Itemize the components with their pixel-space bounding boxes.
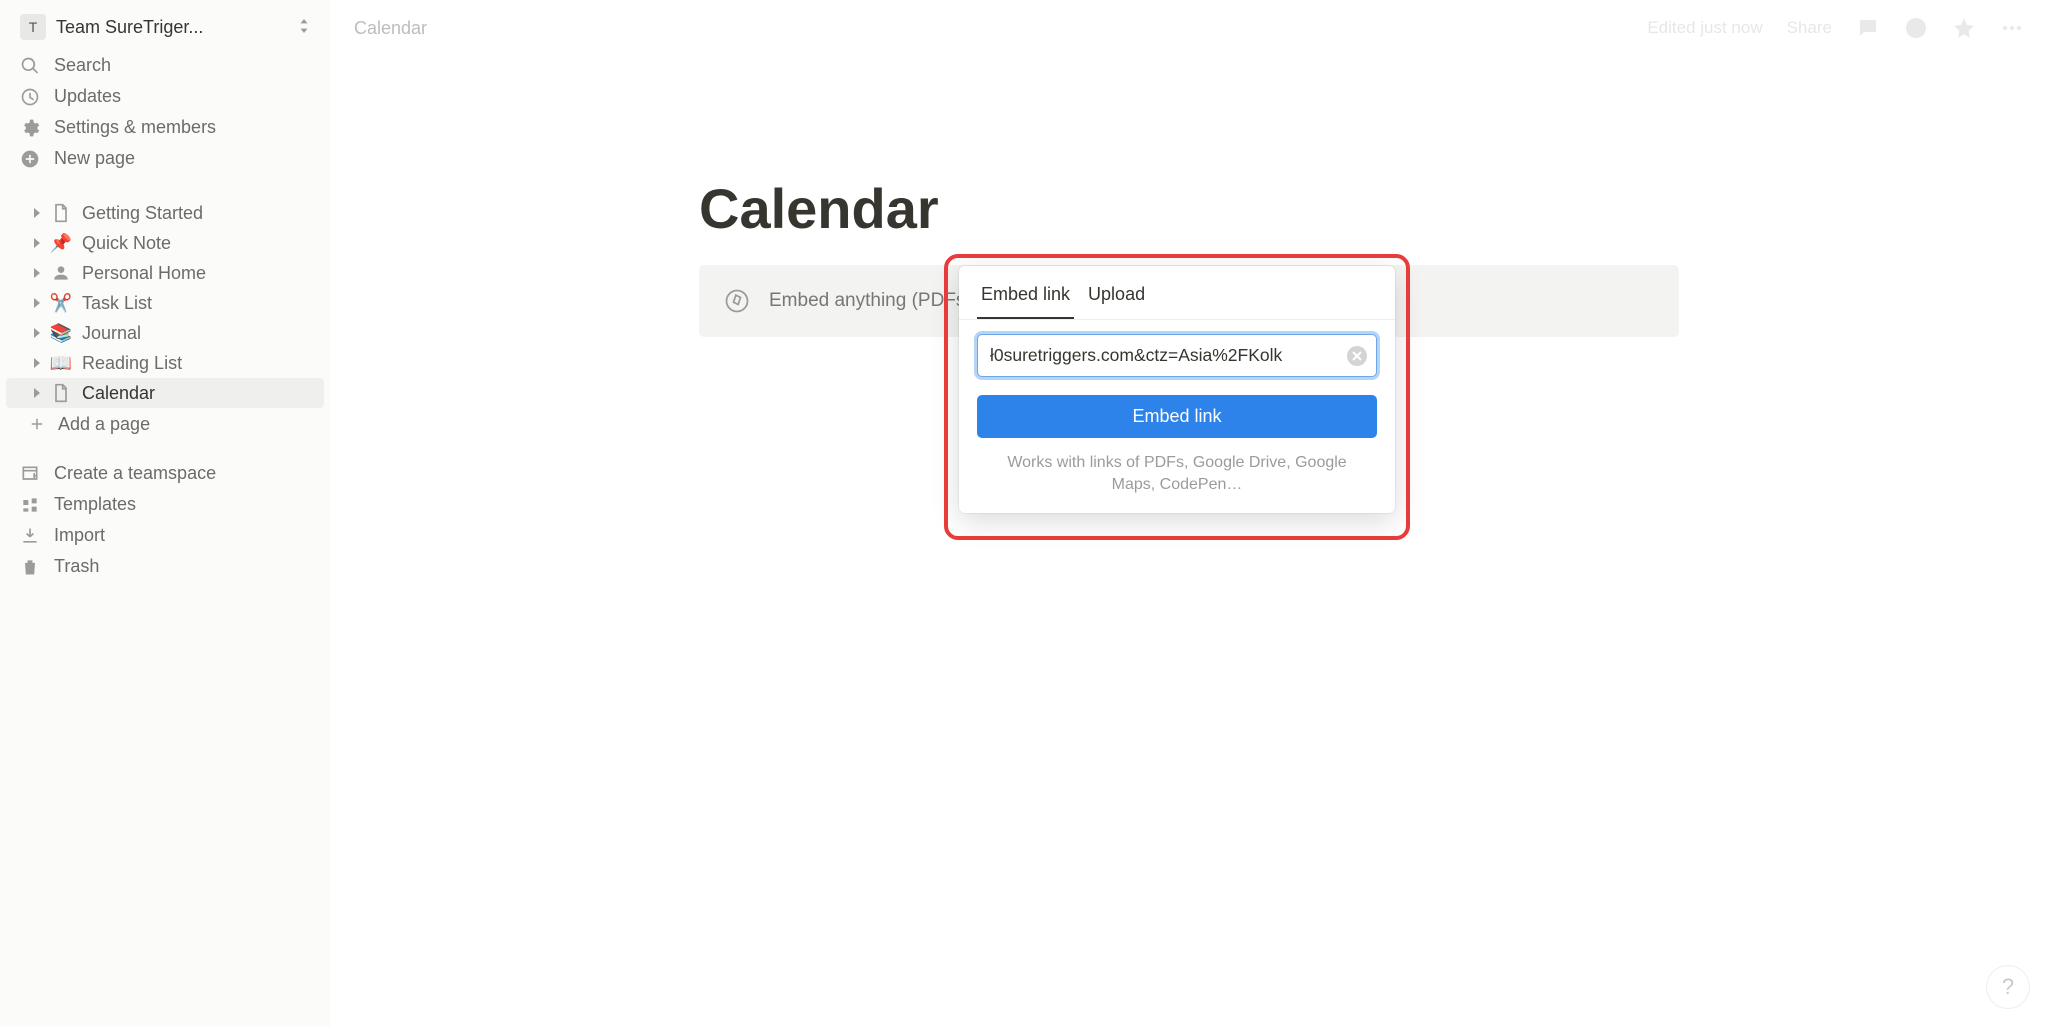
books-icon: 📚 [50,322,72,344]
breadcrumb[interactable]: Calendar [354,18,427,39]
sidebar-page-calendar[interactable]: Calendar [6,378,324,408]
clear-input-button[interactable] [1347,346,1367,366]
sidebar-page-getting-started[interactable]: Getting Started [6,198,324,228]
chevron-right-icon[interactable] [26,232,48,254]
import-label: Import [54,525,105,546]
compass-icon [723,287,751,315]
page-label: Journal [82,323,141,344]
clock-icon[interactable] [1904,16,1928,40]
updates-nav[interactable]: Updates [0,81,330,112]
close-icon [1352,351,1362,361]
plus-circle-icon [20,149,40,169]
add-page-button[interactable]: Add a page [6,408,324,440]
chevron-right-icon[interactable] [26,352,48,374]
book-icon: 📖 [50,352,72,374]
new-page-nav[interactable]: New page [0,143,330,174]
document-icon [50,382,72,404]
sidebar-page-journal[interactable]: 📚 Journal [6,318,324,348]
trash-icon [20,557,40,577]
embed-url-input[interactable] [977,334,1377,377]
add-page-label: Add a page [58,414,150,435]
settings-nav[interactable]: Settings & members [0,112,330,143]
page-label: Personal Home [82,263,206,284]
pin-icon: 📌 [50,232,72,254]
search-nav[interactable]: Search [0,50,330,81]
teamspace-label: Create a teamspace [54,463,216,484]
scissors-icon: ✂️ [50,292,72,314]
create-teamspace-nav[interactable]: Create a teamspace [0,458,330,489]
download-icon [20,526,40,546]
tab-embed-link[interactable]: Embed link [977,274,1074,319]
workspace-switcher[interactable]: T Team SureTriger... [0,8,330,50]
page-label: Calendar [82,383,155,404]
person-icon [50,262,72,284]
help-button[interactable]: ? [1986,965,2030,1009]
share-button[interactable]: Share [1787,18,1832,38]
embed-help-text: Works with links of PDFs, Google Drive, … [977,452,1377,497]
search-icon [20,56,40,76]
gear-icon [20,118,40,138]
updates-label: Updates [54,86,121,107]
plus-icon [26,413,48,435]
sidebar-page-reading-list[interactable]: 📖 Reading List [6,348,324,378]
page-label: Task List [82,293,152,314]
new-page-label: New page [54,148,135,169]
import-nav[interactable]: Import [0,520,330,551]
chevron-right-icon[interactable] [26,292,48,314]
trash-label: Trash [54,556,99,577]
comment-icon[interactable] [1856,16,1880,40]
more-icon[interactable] [2000,16,2024,40]
document-icon [50,202,72,224]
star-icon[interactable] [1952,16,1976,40]
chevron-updown-icon [298,19,310,36]
document: Calendar Embed anything (PDFs, Google Do… [699,176,1679,337]
chevron-right-icon[interactable] [26,262,48,284]
sidebar-page-task-list[interactable]: ✂️ Task List [6,288,324,318]
main-area: Calendar Edited just now Share Calendar … [330,0,2048,1027]
chevron-right-icon[interactable] [26,202,48,224]
topbar: Calendar Edited just now Share [330,0,2048,56]
clock-icon [20,87,40,107]
edited-label: Edited just now [1647,18,1762,38]
chevron-right-icon[interactable] [26,322,48,344]
search-label: Search [54,55,111,76]
page-label: Getting Started [82,203,203,224]
embed-link-submit-button[interactable]: Embed link [977,395,1377,438]
tab-upload[interactable]: Upload [1084,274,1149,319]
templates-nav[interactable]: Templates [0,489,330,520]
page-title[interactable]: Calendar [699,176,1679,241]
page-label: Quick Note [82,233,171,254]
workspace-name: Team SureTriger... [56,17,288,38]
settings-label: Settings & members [54,117,216,138]
sidebar-page-personal-home[interactable]: Personal Home [6,258,324,288]
chevron-right-icon[interactable] [26,382,48,404]
sidebar-page-quick-note[interactable]: 📌 Quick Note [6,228,324,258]
teamspace-icon [20,464,40,484]
workspace-avatar: T [20,14,46,40]
sidebar: T Team SureTriger... Search Updates Sett… [0,0,330,1027]
embed-popover: Embed link Upload Embed link Works with … [959,266,1395,513]
templates-label: Templates [54,494,136,515]
page-label: Reading List [82,353,182,374]
trash-nav[interactable]: Trash [0,551,330,582]
topbar-actions: Edited just now Share [1647,16,2024,40]
templates-icon [20,495,40,515]
popover-tabs: Embed link Upload [959,274,1395,320]
